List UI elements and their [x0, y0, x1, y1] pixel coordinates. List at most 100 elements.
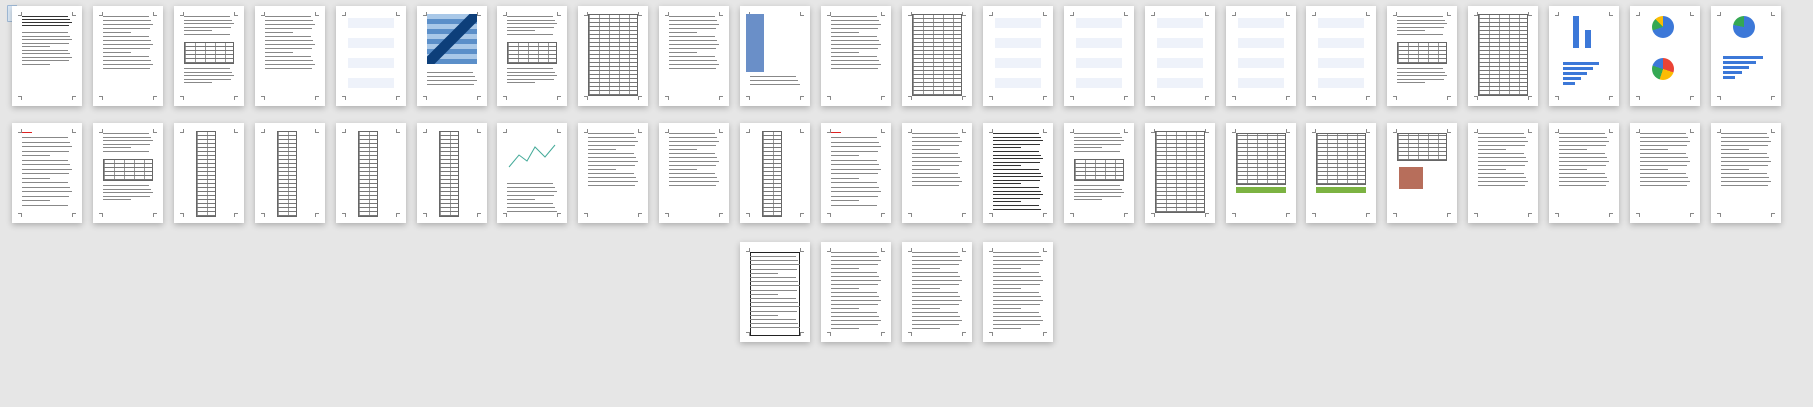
- crop-mark: [1042, 213, 1047, 217]
- crop-mark: [907, 213, 912, 217]
- page-thumbnail[interactable]: [659, 123, 730, 223]
- crop-mark: [638, 12, 643, 16]
- text-line: [1397, 16, 1444, 17]
- crop-mark: [1609, 96, 1614, 100]
- text-line: [22, 150, 69, 152]
- page-thumbnail[interactable]: [1710, 123, 1781, 223]
- page-thumbnail[interactable]: [821, 123, 891, 223]
- text-line: [507, 187, 556, 188]
- page-thumbnail[interactable]: [578, 6, 649, 106]
- crop-mark: [800, 129, 805, 133]
- page-thumbnail[interactable]: [497, 123, 568, 223]
- text-line: [22, 204, 68, 206]
- page-thumbnail[interactable]: [740, 123, 811, 223]
- text-line: [911, 292, 958, 293]
- page-thumbnail[interactable]: [254, 6, 325, 106]
- crop-mark: [719, 129, 724, 133]
- crop-mark: [179, 213, 184, 217]
- page-thumbnail[interactable]: [1225, 123, 1296, 223]
- page-thumbnail[interactable]: [901, 123, 972, 223]
- text-line: [1640, 133, 1686, 134]
- page-thumbnail[interactable]: [173, 6, 244, 106]
- page-thumbnail[interactable]: [1549, 6, 1620, 106]
- page-thumbnail[interactable]: [1468, 6, 1539, 106]
- chart-box: [1075, 78, 1122, 88]
- crop-mark: [584, 213, 589, 217]
- table: [1397, 133, 1448, 161]
- text-line: [911, 320, 962, 321]
- page-thumbnail[interactable]: [1630, 6, 1700, 106]
- page-thumbnail[interactable]: [416, 123, 487, 223]
- text-line: [588, 181, 639, 182]
- text-line: [183, 82, 212, 83]
- page-thumbnail[interactable]: [982, 123, 1053, 223]
- text-line: [22, 19, 70, 20]
- chart-box: [347, 18, 394, 28]
- text-line: [1478, 157, 1527, 158]
- page-thumbnail[interactable]: [901, 242, 972, 342]
- page-thumbnail[interactable]: [578, 123, 649, 223]
- page-thumbnail[interactable]: [1630, 123, 1700, 223]
- page-thumbnail[interactable]: [821, 242, 891, 342]
- page-thumbnail[interactable]: [1144, 6, 1215, 106]
- page-thumbnail[interactable]: [254, 123, 325, 223]
- text-line: [102, 56, 149, 57]
- text-line: [750, 76, 797, 77]
- text-line: [750, 327, 801, 329]
- page-thumbnail[interactable]: [1710, 6, 1781, 106]
- text-line: [911, 153, 958, 154]
- page-thumbnail[interactable]: [173, 123, 244, 223]
- crop-mark: [827, 96, 831, 100]
- text-line: [22, 22, 72, 23]
- page-thumbnail[interactable]: [92, 6, 163, 106]
- crop-mark: [476, 12, 481, 16]
- page-thumbnail[interactable]: [12, 6, 82, 106]
- text-line: [183, 68, 230, 69]
- text-line: [831, 164, 879, 165]
- page-thumbnail[interactable]: [982, 242, 1053, 342]
- page-thumbnail[interactable]: [1549, 123, 1620, 223]
- page-thumbnail[interactable]: [335, 6, 406, 106]
- page-thumbnail[interactable]: [982, 6, 1053, 106]
- page-thumbnail[interactable]: [1144, 123, 1215, 223]
- page-thumbnail[interactable]: [659, 6, 730, 106]
- text-line: [1559, 165, 1607, 166]
- text-line: [750, 256, 797, 257]
- page-thumbnail[interactable]: [1306, 6, 1377, 106]
- crop-mark: [1123, 129, 1128, 133]
- page-thumbnail[interactable]: [497, 6, 568, 106]
- text-line: [1478, 169, 1507, 170]
- text-line: [831, 40, 879, 41]
- page-thumbnail[interactable]: [12, 123, 82, 223]
- text-line: [992, 205, 1039, 206]
- chart-box: [1318, 18, 1365, 28]
- page-thumbnail[interactable]: [901, 6, 972, 106]
- page-thumbnail[interactable]: [416, 6, 487, 106]
- page-thumbnail[interactable]: [92, 123, 163, 223]
- page-thumbnail[interactable]: [1387, 6, 1458, 106]
- page-thumbnail[interactable]: [1306, 123, 1377, 223]
- text-line: [911, 145, 959, 146]
- page-thumbnail[interactable]: [1063, 123, 1134, 223]
- page-thumbnail[interactable]: [821, 6, 891, 106]
- crop-mark: [476, 96, 481, 100]
- text-line: [1478, 145, 1526, 146]
- page-thumbnail[interactable]: [1063, 6, 1134, 106]
- text-line: [588, 149, 617, 150]
- text-line: [1720, 137, 1769, 138]
- page-thumbnail[interactable]: [335, 123, 406, 223]
- text-line: [831, 168, 881, 170]
- text-line: [1478, 149, 1507, 150]
- crop-mark: [395, 96, 400, 100]
- line-chart: [509, 144, 556, 168]
- text-line: [831, 320, 881, 321]
- text-line: [831, 173, 878, 174]
- page-thumbnail[interactable]: [1225, 6, 1296, 106]
- page-thumbnail[interactable]: [1468, 123, 1539, 223]
- text-line: [1397, 75, 1448, 76]
- page-thumbnail[interactable]: [740, 6, 811, 106]
- text-line: [831, 28, 878, 29]
- page-thumbnail[interactable]: [1387, 123, 1458, 223]
- text-line: [831, 191, 881, 192]
- page-thumbnail[interactable]: [740, 242, 811, 342]
